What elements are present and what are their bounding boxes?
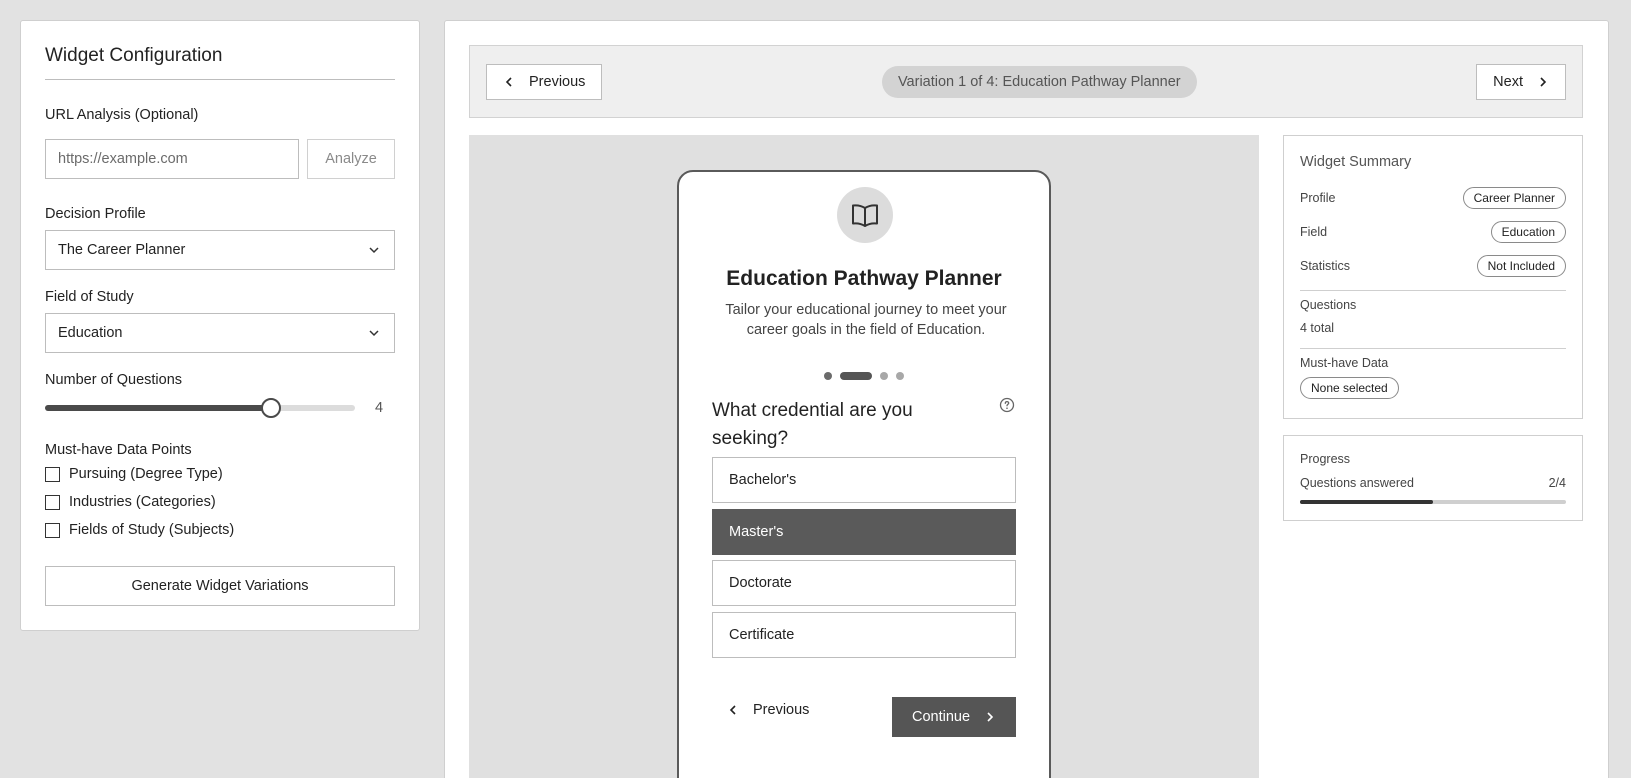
slider-fill — [45, 405, 272, 411]
summary-must-have-badge: None selected — [1300, 377, 1399, 399]
book-icon-container — [837, 187, 893, 243]
widget-title: Education Pathway Planner — [726, 267, 1002, 290]
summary-questions-label: Questions — [1300, 298, 1357, 312]
step-dot-active — [840, 372, 872, 380]
option-certificate[interactable]: Certificate — [712, 612, 1016, 658]
must-have-data-points-label: Must-have Data Points — [45, 442, 192, 458]
widget-description: Tailor your educational journey to meet … — [725, 302, 1007, 338]
progress-value: 2/4 — [1548, 476, 1566, 490]
checkbox-label: Industries (Categories) — [69, 494, 216, 510]
checkbox-pursuing[interactable]: Pursuing (Degree Type) — [45, 460, 395, 488]
chevron-right-icon — [987, 712, 994, 722]
summary-statistics-badge: Not Included — [1476, 255, 1566, 277]
config-title: Widget Configuration — [45, 45, 395, 80]
step-indicator — [679, 372, 1049, 380]
progress-card: Progress Questions answered 2/4 — [1283, 435, 1583, 521]
analyze-button[interactable]: Analyze — [307, 139, 395, 179]
slider-thumb[interactable] — [261, 398, 282, 418]
variation-nav-bar: Previous Variation 1 of 4: Education Pat… — [469, 45, 1583, 118]
checkbox-industries[interactable]: Industries (Categories) — [45, 488, 395, 516]
checkbox-label: Pursuing (Degree Type) — [69, 466, 223, 482]
widget-summary-card: Widget Summary Profile Career Planner Fi… — [1283, 135, 1583, 419]
previous-label: Previous — [529, 73, 586, 90]
chevron-down-icon — [369, 247, 379, 254]
number-of-questions-label: Number of Questions — [45, 372, 183, 388]
field-of-study-select[interactable]: Education — [45, 313, 395, 353]
option-masters[interactable]: Master's — [712, 509, 1016, 555]
next-label: Next — [1493, 73, 1523, 90]
step-dot — [896, 372, 904, 380]
url-input[interactable] — [45, 139, 299, 179]
number-of-questions-value: 4 — [375, 400, 384, 416]
progress-bar — [1300, 500, 1566, 504]
question-text: What credential are you seeking? — [712, 400, 913, 449]
widget-preview-frame: Education Pathway Planner Tailor your ed… — [677, 170, 1051, 778]
field-of-study-label: Field of Study — [45, 289, 134, 305]
chevron-down-icon — [369, 330, 379, 337]
help-icon[interactable] — [999, 397, 1015, 413]
summary-profile-label: Profile — [1300, 191, 1336, 205]
chevron-right-icon — [1540, 76, 1547, 87]
chevron-left-icon — [505, 76, 512, 87]
checkbox-input[interactable] — [45, 494, 60, 510]
summary-must-have-label: Must-have Data — [1300, 356, 1389, 370]
summary-field-label: Field — [1300, 225, 1328, 239]
divider — [1300, 348, 1566, 349]
summary-questions-value: 4 total — [1300, 321, 1335, 335]
progress-title: Progress — [1300, 452, 1351, 466]
summary-field-badge: Education — [1490, 221, 1566, 243]
widget-previous-label: Previous — [753, 702, 810, 718]
book-open-icon — [852, 204, 878, 227]
number-of-questions-slider[interactable] — [45, 398, 355, 418]
decision-profile-select[interactable]: The Career Planner — [45, 230, 395, 270]
next-variation-button[interactable]: Next — [1476, 63, 1566, 100]
checkbox-label: Fields of Study (Subjects) — [69, 522, 235, 538]
previous-variation-button[interactable]: Previous — [486, 63, 603, 100]
widget-configuration-panel: Widget Configuration URL Analysis (Optio… — [20, 20, 420, 631]
checkbox-input[interactable] — [45, 466, 60, 482]
option-bachelors[interactable]: Bachelor's — [712, 457, 1016, 503]
progress-label: Questions answered — [1300, 476, 1414, 490]
widget-previous-button[interactable]: Previous — [727, 702, 809, 718]
chevron-left-icon — [729, 705, 736, 715]
checkbox-input[interactable] — [45, 522, 60, 538]
checkbox-fields-of-study[interactable]: Fields of Study (Subjects) — [45, 516, 395, 544]
step-dot — [880, 372, 888, 380]
step-dot — [824, 372, 832, 380]
decision-profile-value: The Career Planner — [58, 242, 186, 258]
continue-button[interactable]: Continue — [892, 697, 1016, 737]
generate-widget-variations-button[interactable]: Generate Widget Variations — [45, 566, 395, 606]
variation-indicator: Variation 1 of 4: Education Pathway Plan… — [881, 65, 1197, 98]
main-panel: Previous Variation 1 of 4: Education Pat… — [444, 20, 1609, 778]
continue-label: Continue — [911, 709, 971, 725]
field-of-study-value: Education — [58, 325, 123, 341]
summary-title: Widget Summary — [1300, 154, 1412, 170]
divider — [1300, 290, 1566, 291]
url-analysis-label: URL Analysis (Optional) — [45, 107, 199, 123]
summary-profile-badge: Career Planner — [1462, 187, 1566, 209]
option-doctorate[interactable]: Doctorate — [712, 560, 1016, 606]
progress-bar-fill — [1300, 500, 1433, 504]
widget-preview-area: Education Pathway Planner Tailor your ed… — [469, 135, 1259, 778]
summary-statistics-label: Statistics — [1300, 259, 1351, 273]
decision-profile-label: Decision Profile — [45, 206, 146, 222]
